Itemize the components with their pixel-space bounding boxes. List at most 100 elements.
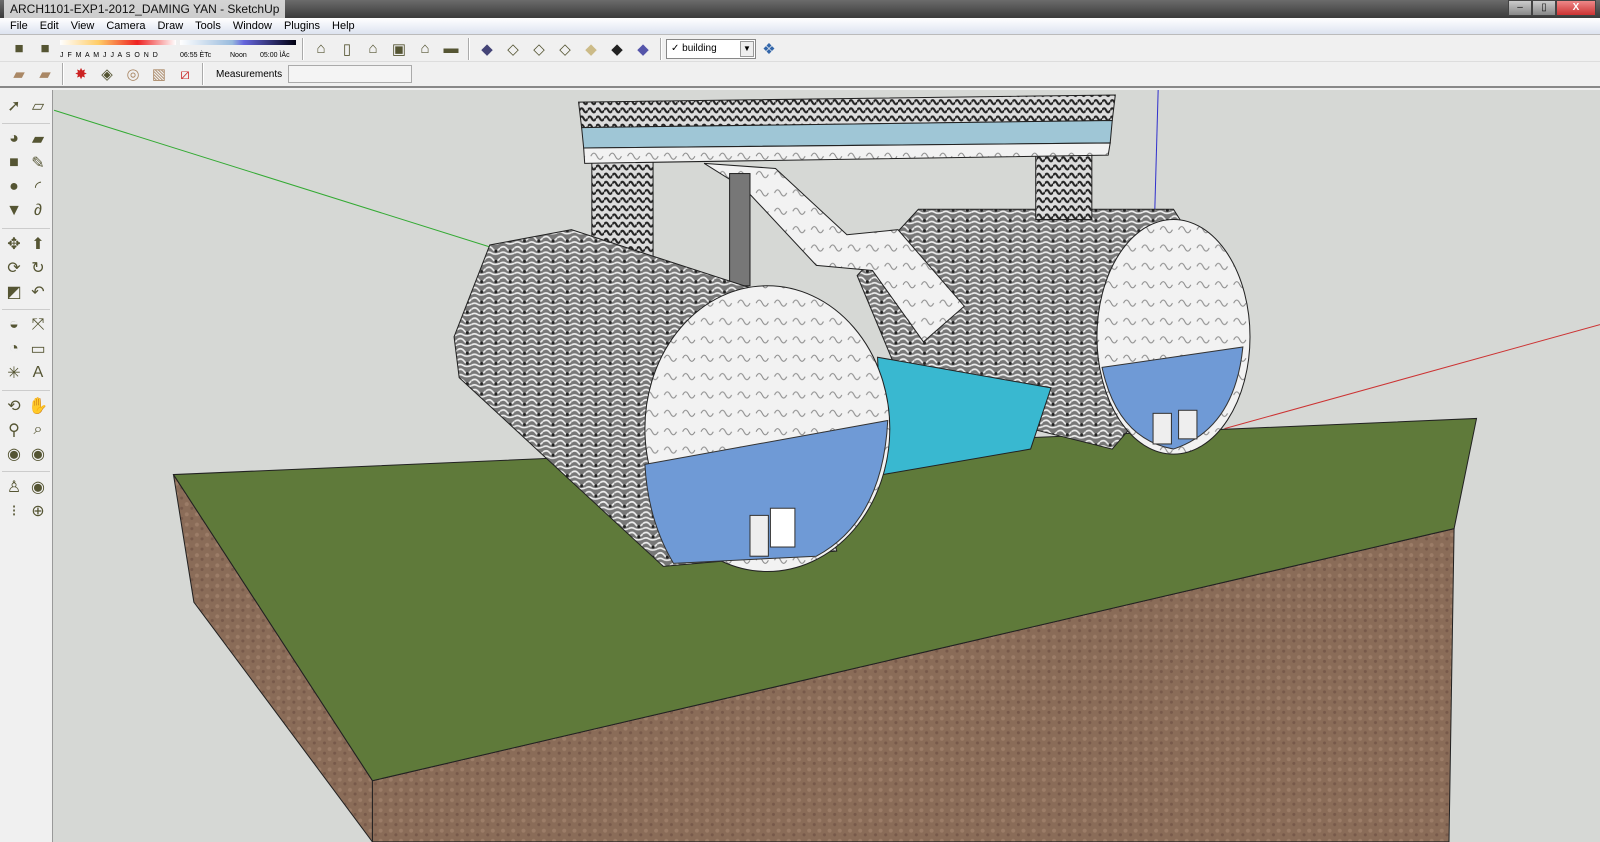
- menu-help[interactable]: Help: [326, 20, 361, 32]
- tool-row: ▼ ∂: [2, 199, 50, 223]
- look-around-icon[interactable]: ◉: [27, 475, 49, 499]
- tool-row: ◒ ⤧: [2, 313, 50, 337]
- sandbox-scratch-icon[interactable]: ▰: [34, 64, 56, 84]
- window-title: ARCH1101-EXP1-2012_DAMING YAN - SketchUp: [4, 0, 286, 18]
- smoove-icon[interactable]: ✸: [70, 64, 92, 84]
- tool-row: ♙ ◉: [2, 475, 50, 499]
- pillar-middle: [729, 173, 751, 287]
- menu-plugins[interactable]: Plugins: [278, 20, 326, 32]
- shadow-date-slider[interactable]: J F M A M J J A S O N D: [58, 38, 178, 60]
- protractor-icon[interactable]: ◔: [3, 337, 25, 361]
- month-labels: J F M A M J J A S O N D: [60, 51, 159, 59]
- layer-name: building: [682, 43, 717, 54]
- select-icon[interactable]: ➚: [3, 94, 25, 118]
- right-door-2: [1178, 409, 1198, 440]
- menu-draw[interactable]: Draw: [151, 20, 189, 32]
- move-icon[interactable]: ✥: [3, 232, 25, 256]
- top-view-icon[interactable]: ▣: [388, 39, 410, 59]
- menu-camera[interactable]: Camera: [100, 20, 151, 32]
- zoom-window-icon[interactable]: ⌕: [27, 418, 49, 442]
- left-door: [749, 514, 769, 557]
- drape-icon[interactable]: ◎: [122, 64, 144, 84]
- minimize-button[interactable]: –: [1508, 0, 1532, 16]
- tool-row: ➚ ▱: [2, 94, 50, 118]
- left-view-icon[interactable]: ▬: [440, 39, 462, 59]
- pan-icon[interactable]: ✋: [27, 394, 49, 418]
- freehand-icon[interactable]: ∂: [27, 199, 49, 223]
- tool-row: ⟳ ↻: [2, 256, 50, 280]
- layer-dropdown[interactable]: ✓ building ▼: [666, 38, 756, 59]
- tool-row: ✳ A: [2, 361, 50, 385]
- back-view-icon[interactable]: ⌂: [414, 39, 436, 59]
- secondary-toolbar: ▰ ▰ ✸ ◈ ◎ ▧ ⧄ Measurements: [0, 62, 1600, 88]
- paint-bucket-icon[interactable]: ◕: [3, 127, 25, 151]
- rectangle-icon[interactable]: ■: [3, 151, 25, 175]
- section-plane-icon[interactable]: ⊕: [27, 499, 49, 523]
- offset-icon[interactable]: ↶: [27, 280, 49, 304]
- shaded-icon[interactable]: ◆: [580, 39, 602, 59]
- 3d-viewport[interactable]: [53, 90, 1600, 842]
- layer-manager-icon[interactable]: ❖: [758, 39, 780, 59]
- tool-row: ◉ ◉: [2, 442, 50, 466]
- tool-row: ⚲ ⌕: [2, 418, 50, 442]
- arc-icon[interactable]: ◜: [27, 175, 49, 199]
- tool-row: ⟲ ✋: [2, 394, 50, 418]
- component-icon[interactable]: ■: [34, 39, 56, 59]
- main-toolbar: ■ ■ J F M A M J J A S O N D 06:55 ÈTc No…: [0, 36, 1600, 62]
- sandbox-contours-icon[interactable]: ▰: [8, 64, 30, 84]
- hidden-line2-icon[interactable]: ◇: [554, 39, 576, 59]
- add-detail-icon[interactable]: ▧: [148, 64, 170, 84]
- chevron-down-icon[interactable]: ▼: [740, 40, 754, 57]
- push-pull-icon[interactable]: ⬆: [27, 232, 49, 256]
- restore-button[interactable]: ▯: [1532, 0, 1556, 16]
- eraser-icon[interactable]: ▰: [27, 127, 49, 151]
- close-button[interactable]: X: [1556, 0, 1596, 16]
- tool-row: ■ ✎: [2, 151, 50, 175]
- time-start-label: 06:55 ÈTc: [180, 51, 212, 59]
- measurements-input[interactable]: [288, 65, 413, 83]
- tool-row: ◔ ▭: [2, 337, 50, 361]
- menu-view[interactable]: View: [65, 20, 101, 32]
- menu-window[interactable]: Window: [227, 20, 278, 32]
- hidden-line-icon[interactable]: ◇: [528, 39, 550, 59]
- scale-icon[interactable]: ◩: [3, 280, 25, 304]
- time-noon-label: Noon: [230, 51, 247, 59]
- model-scene: [53, 90, 1600, 842]
- red-axis: [1224, 324, 1600, 430]
- text-icon[interactable]: ▭: [27, 337, 49, 361]
- polygon-icon[interactable]: ▼: [3, 199, 25, 223]
- time-end-label: 05:00 ÌÅc: [260, 51, 290, 59]
- zoom-icon[interactable]: ⚲: [3, 418, 25, 442]
- axes-icon[interactable]: ✳: [3, 361, 25, 385]
- tape-measure-icon[interactable]: ◒: [3, 313, 25, 337]
- component-info-icon[interactable]: ■: [8, 39, 30, 59]
- rotate-icon[interactable]: ⟳: [3, 256, 25, 280]
- follow-me-icon[interactable]: ↻: [27, 256, 49, 280]
- circle-icon[interactable]: ●: [3, 175, 25, 199]
- measurements-label: Measurements: [216, 68, 283, 80]
- shadow-time-slider[interactable]: 06:55 ÈTc Noon 05:00 ÌÅc: [178, 38, 298, 60]
- walk-icon[interactable]: ⁝: [3, 499, 25, 523]
- pencil-icon[interactable]: ✎: [27, 151, 49, 175]
- iso-view-icon[interactable]: ⌂: [310, 39, 332, 59]
- wireframe-icon[interactable]: ◇: [502, 39, 524, 59]
- dimension-icon[interactable]: ⤧: [27, 313, 49, 337]
- layer-checkmark: ✓: [671, 43, 680, 54]
- orbit-icon[interactable]: ⟲: [3, 394, 25, 418]
- shaded-textures-icon[interactable]: ◆: [606, 39, 628, 59]
- next-view-icon[interactable]: ◉: [27, 442, 49, 466]
- left-tool-palette: ➚ ▱ ◕ ▰ ■ ✎ ● ◜ ▼ ∂ ✥ ⬆ ⟳ ↻ ◩ ↶ ◒ ⤧ ◔ ▭ ✳ A ⟲ ✋ ⚲ ⌕ ◉ ◉ ♙ ◉ ⁝ ⊕: [0, 90, 53, 842]
- make-component-icon[interactable]: ▱: [27, 94, 49, 118]
- menu-edit[interactable]: Edit: [34, 20, 65, 32]
- menu-tools[interactable]: Tools: [189, 20, 227, 32]
- menu-file[interactable]: File: [4, 20, 34, 32]
- previous-view-icon[interactable]: ◉: [3, 442, 25, 466]
- position-camera-icon[interactable]: ♙: [3, 475, 25, 499]
- right-view-icon[interactable]: ⌂: [362, 39, 384, 59]
- flip-edge-icon[interactable]: ⧄: [174, 64, 196, 84]
- xray-icon[interactable]: ◆: [476, 39, 498, 59]
- stamp-icon[interactable]: ◈: [96, 64, 118, 84]
- 3d-text-icon[interactable]: A: [27, 361, 49, 385]
- monochrome-icon[interactable]: ◆: [632, 39, 654, 59]
- front-view-icon[interactable]: ▯: [336, 39, 358, 59]
